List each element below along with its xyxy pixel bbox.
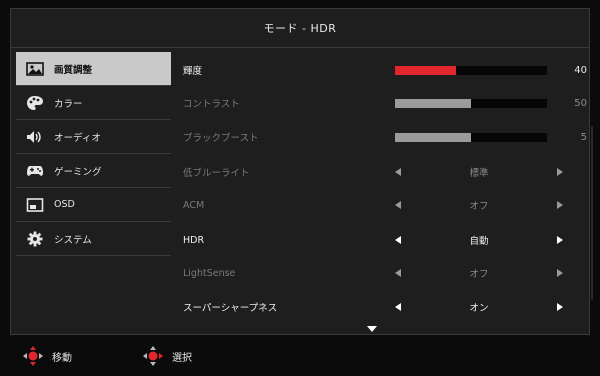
sidebar-item-label: OSD bbox=[54, 199, 75, 210]
gear-icon bbox=[24, 229, 46, 249]
super-sharpness-label: スーパーシャープネス bbox=[183, 303, 278, 314]
black-boost-row[interactable]: ブラックブースト 5 bbox=[183, 127, 587, 147]
sidebar-item-picture[interactable]: 画質調整 bbox=[16, 52, 171, 86]
blue-light-left-arrow-icon[interactable] bbox=[395, 168, 401, 176]
sidebar-item-gaming[interactable]: ゲーミング bbox=[16, 154, 171, 188]
super-sharpness-right-arrow-icon[interactable] bbox=[557, 303, 563, 311]
acm-value: オフ bbox=[469, 201, 489, 212]
blue-light-value: 標準 bbox=[469, 168, 489, 179]
move-hint: 移動 bbox=[22, 345, 72, 367]
black-boost-value: 5 bbox=[580, 131, 587, 143]
sidebar-item-label: ゲーミング bbox=[54, 166, 102, 178]
super-sharpness-left-arrow-icon[interactable] bbox=[395, 303, 401, 311]
brightness-slider[interactable] bbox=[395, 65, 547, 75]
select-hint-label: 選択 bbox=[172, 352, 192, 364]
black-boost-fill bbox=[395, 132, 471, 142]
scrollbar-track bbox=[591, 126, 593, 300]
blue-light-right-arrow-icon[interactable] bbox=[557, 168, 563, 176]
osd-window-icon bbox=[24, 195, 46, 215]
contrast-value: 50 bbox=[574, 97, 587, 109]
hdr-left-arrow-icon[interactable] bbox=[395, 236, 401, 244]
lightsense-value: オフ bbox=[469, 269, 489, 280]
gamepad-icon bbox=[24, 161, 46, 181]
lightsense-label: LightSense bbox=[183, 267, 236, 279]
speaker-icon bbox=[24, 127, 46, 147]
black-boost-slider[interactable] bbox=[395, 132, 547, 142]
hdr-row[interactable]: HDR 自動 bbox=[183, 230, 581, 250]
black-boost-label: ブラックブースト bbox=[183, 133, 259, 144]
contrast-row[interactable]: コントラスト 50 bbox=[183, 93, 587, 113]
hdr-label: HDR bbox=[183, 234, 205, 246]
move-hint-label: 移動 bbox=[52, 352, 72, 364]
brightness-row[interactable]: 輝度 40 bbox=[183, 60, 587, 80]
contrast-fill bbox=[395, 98, 471, 108]
sidebar-item-label: システム bbox=[54, 234, 92, 246]
brightness-fill bbox=[395, 65, 456, 75]
blue-light-label: 低ブルーライト bbox=[183, 168, 250, 179]
super-sharpness-value: オン bbox=[469, 303, 489, 314]
sidebar-item-color[interactable]: カラー bbox=[16, 86, 171, 120]
lightsense-right-arrow-icon[interactable] bbox=[557, 269, 563, 277]
lightsense-row[interactable]: LightSense オフ bbox=[183, 263, 581, 283]
lightsense-left-arrow-icon[interactable] bbox=[395, 269, 401, 277]
super-sharpness-row[interactable]: スーパーシャープネス オン bbox=[183, 297, 581, 317]
settings-panel: 輝度 40 コントラスト 50 ブラックブースト 5 低ブルーライト 標準 AC… bbox=[183, 52, 587, 335]
dpad-move-icon bbox=[23, 346, 43, 366]
footer-hints: 移動 選択 bbox=[0, 336, 600, 376]
brightness-value: 40 bbox=[574, 64, 587, 76]
scroll-down-arrow-icon[interactable] bbox=[367, 326, 377, 332]
sidebar-item-label: 画質調整 bbox=[54, 64, 93, 76]
hdr-value: 自動 bbox=[469, 236, 489, 247]
contrast-label: コントラスト bbox=[183, 99, 240, 110]
sidebar-item-system[interactable]: システム bbox=[16, 222, 171, 256]
sidebar: 画質調整 カラー オーディオ ゲーミング OSD システム bbox=[16, 52, 171, 324]
acm-label: ACM bbox=[183, 199, 205, 211]
page-title: モード - HDR bbox=[263, 22, 337, 35]
osd-menu: モード - HDR 画質調整 カラー オーディオ ゲーミング OSD システム … bbox=[10, 8, 590, 335]
acm-left-arrow-icon[interactable] bbox=[395, 201, 401, 209]
acm-row[interactable]: ACM オフ bbox=[183, 195, 581, 215]
sidebar-item-osd[interactable]: OSD bbox=[16, 188, 171, 222]
sidebar-item-audio[interactable]: オーディオ bbox=[16, 120, 171, 154]
menu-title: モード - HDR bbox=[11, 9, 589, 48]
picture-icon bbox=[24, 59, 46, 79]
palette-icon bbox=[24, 93, 46, 113]
hdr-right-arrow-icon[interactable] bbox=[557, 236, 563, 244]
sidebar-item-label: オーディオ bbox=[54, 132, 101, 144]
dpad-select-icon bbox=[143, 346, 163, 366]
acm-right-arrow-icon[interactable] bbox=[557, 201, 563, 209]
contrast-slider[interactable] bbox=[395, 98, 547, 108]
blue-light-row[interactable]: 低ブルーライト 標準 bbox=[183, 162, 581, 182]
sidebar-item-label: カラー bbox=[54, 98, 83, 110]
select-hint: 選択 bbox=[142, 345, 192, 367]
brightness-label: 輝度 bbox=[183, 66, 203, 77]
